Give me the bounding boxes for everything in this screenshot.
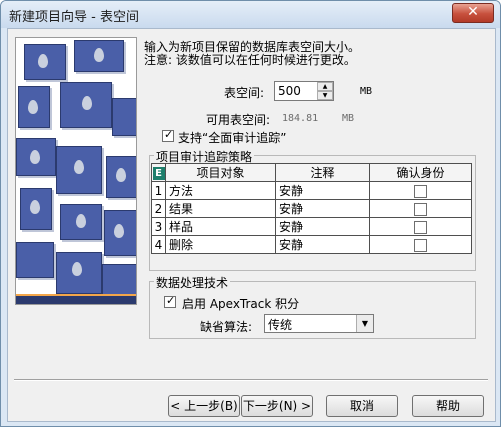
footer-divider (14, 379, 488, 381)
confirm-checkbox[interactable] (414, 184, 427, 198)
algorithm-select[interactable]: 传统 ▼ (264, 314, 374, 333)
table-row[interactable]: 4 删除 安静 (151, 235, 472, 254)
row-note[interactable]: 安静 (275, 181, 370, 200)
spin-up-button[interactable]: ▲ (317, 82, 333, 91)
arrow-down-icon: ▼ (322, 92, 328, 99)
row-index: 4 (151, 235, 166, 254)
row-confirm-cell (369, 217, 472, 236)
row-confirm-cell (369, 235, 472, 254)
row-confirm-cell (369, 181, 472, 200)
spin-down-button[interactable]: ▼ (317, 91, 333, 100)
close-button[interactable]: ✕ (452, 3, 494, 23)
wizard-window: 新建项目向导 - 表空间 ✕ 输入为新项目保留的数据库表空间大小。 注意: 该数… (0, 0, 501, 427)
tablespace-input[interactable]: 500 (278, 84, 301, 98)
data-processing-group: 数据处理技术 ✓ 启用 ApexTrack 积分 缺省算法: 传统 ▼ (149, 274, 476, 339)
table-row[interactable]: 2 结果 安静 (151, 199, 472, 218)
column-header-note: 注释 (275, 163, 370, 182)
available-value: 184.81 (282, 113, 319, 124)
help-button[interactable]: 帮助 (412, 395, 484, 417)
confirm-checkbox[interactable] (414, 202, 427, 216)
data-processing-title: 数据处理技术 (154, 274, 231, 291)
apextrack-checkbox[interactable]: ✓ (164, 294, 176, 308)
table-row[interactable]: 3 样品 安静 (151, 217, 472, 236)
row-note[interactable]: 安静 (275, 199, 370, 218)
algorithm-value: 传统 (268, 318, 293, 332)
title-bar[interactable]: 新建项目向导 - 表空间 ✕ (1, 1, 500, 28)
row-index: 3 (151, 217, 166, 236)
close-icon: ✕ (467, 4, 479, 20)
row-note[interactable]: 安静 (275, 217, 370, 236)
chevron-down-icon[interactable]: ▼ (356, 315, 373, 332)
arrow-up-icon: ▲ (322, 83, 328, 90)
apextrack-label: 启用 ApexTrack 积分 (182, 297, 300, 311)
confirm-checkbox[interactable] (414, 238, 427, 252)
full-audit-label: 支持“全面审计追踪” (178, 131, 287, 145)
window-title: 新建项目向导 - 表空间 (9, 10, 139, 25)
tablespace-unit: MB (360, 86, 373, 97)
confirm-checkbox[interactable] (414, 220, 427, 234)
tablespace-label: 表空间: (224, 86, 265, 100)
row-object[interactable]: 删除 (165, 235, 276, 254)
wizard-illustration (15, 37, 137, 305)
row-object[interactable]: 结果 (165, 199, 276, 218)
algorithm-label: 缺省算法: (200, 320, 253, 334)
column-header-confirm: 确认身份 (369, 163, 472, 182)
row-index: 1 (151, 181, 166, 200)
checkmark-icon: ✓ (164, 128, 174, 141)
back-button[interactable]: < 上一步(B) (168, 395, 240, 417)
checkmark-icon: ✓ (166, 294, 176, 307)
full-audit-checkbox[interactable]: ✓ (162, 128, 174, 142)
row-object[interactable]: 方法 (165, 181, 276, 200)
intro-line-2: 注意: 该数值可以在任何时候进行更改。 (144, 53, 356, 67)
table-header-row: E 项目对象 注释 确认身份 (151, 163, 472, 182)
row-object[interactable]: 样品 (165, 217, 276, 236)
row-note[interactable]: 安静 (275, 235, 370, 254)
audit-policy-group: 项目审计追踪策略 E 项目对象 注释 确认身份 1 方法 安静 2 结果 安静 … (149, 148, 476, 271)
next-button[interactable]: 下一步(N) > (241, 395, 313, 417)
column-header-object: 项目对象 (165, 163, 276, 182)
cancel-button[interactable]: 取消 (326, 395, 398, 417)
table-row[interactable]: 1 方法 安静 (151, 181, 472, 200)
audit-policy-table: E 项目对象 注释 确认身份 1 方法 安静 2 结果 安静 3 样品 安静 4… (151, 163, 472, 254)
row-confirm-cell (369, 199, 472, 218)
tablespace-spinner: 500 ▲ ▼ (274, 81, 334, 101)
wizard-body: 输入为新项目保留的数据库表空间大小。 注意: 该数值可以在任何时候进行更改。 表… (7, 28, 496, 422)
row-index: 2 (151, 199, 166, 218)
available-unit: MB (342, 113, 355, 124)
available-label: 可用表空间: (206, 113, 271, 127)
table-corner-icon: E (151, 163, 166, 182)
